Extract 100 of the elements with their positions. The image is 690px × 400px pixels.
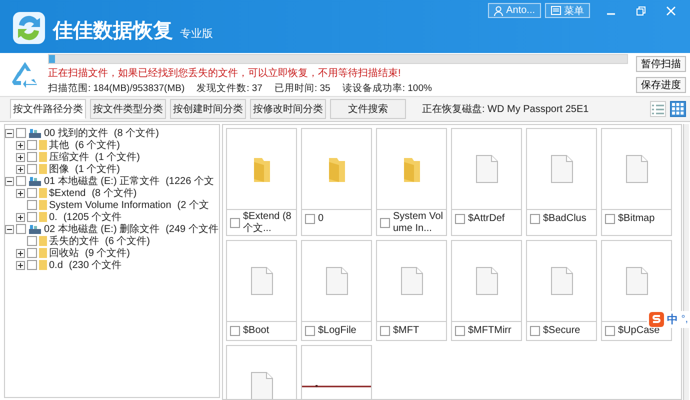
drive-icon <box>28 224 42 234</box>
file-card[interactable]: $Secure <box>526 240 597 341</box>
file-card[interactable]: $MFTMirr <box>451 240 522 341</box>
file-count: (8 个文件) <box>92 186 137 200</box>
tree-label[interactable]: 丢失的文件 <box>49 234 99 248</box>
category-tab[interactable]: 按修改时间分类 <box>250 99 326 119</box>
file-checkbox[interactable] <box>230 326 240 336</box>
expand-toggle[interactable] <box>16 260 25 270</box>
collapse-toggle[interactable] <box>5 224 14 234</box>
collapse-toggle[interactable] <box>5 176 14 186</box>
tree-checkbox[interactable] <box>27 236 37 246</box>
category-tab[interactable]: 按文件类型分类 <box>90 99 166 119</box>
tree-label[interactable]: 0.d <box>49 260 63 270</box>
file-count: (8 个文件) <box>114 126 159 140</box>
grid-view-button[interactable] <box>670 101 686 117</box>
document-icon <box>400 267 422 295</box>
file-card[interactable]: System Volume In... <box>376 128 447 236</box>
tree-label[interactable]: 01 本地磁盘 (E:) 正常文件 <box>44 174 160 188</box>
file-checkbox[interactable] <box>380 218 390 228</box>
file-count: (9 个文件) <box>85 246 130 260</box>
tree-checkbox[interactable] <box>27 248 37 258</box>
tree-label[interactable]: 图像 <box>49 162 69 176</box>
drive-icon <box>28 128 42 138</box>
tree-label[interactable]: 其他 <box>49 138 69 152</box>
file-card[interactable]: $Extend (8 个文... <box>226 128 297 236</box>
file-checkbox[interactable] <box>380 326 390 336</box>
document-icon <box>626 155 648 183</box>
document-icon <box>626 267 648 295</box>
file-checkbox[interactable] <box>530 214 540 224</box>
scan-message: 正在扫描文件，如果已经找到您丢失的文件，可以立即恢复，不用等待扫描结束! <box>48 66 402 80</box>
expand-toggle[interactable] <box>16 212 25 222</box>
file-checkbox[interactable] <box>305 214 315 224</box>
recovering-disk-label: 正在恢复磁盘: WD My Passport 25E1 <box>422 102 589 116</box>
tree-label[interactable]: 0. <box>49 212 58 222</box>
scan-button[interactable]: 保存进度 <box>636 77 686 93</box>
file-checkbox[interactable] <box>605 214 615 224</box>
tree-label[interactable]: 压缩文件 <box>49 150 89 164</box>
tree-label[interactable]: $Extend <box>49 188 86 198</box>
file-card[interactable]: $LogFile <box>301 240 372 341</box>
document-icon <box>476 267 498 295</box>
file-count: (1226 个文 <box>166 174 214 188</box>
close-icon[interactable] <box>666 6 676 16</box>
app-title: 佳佳数据恢复 <box>53 19 173 44</box>
scan-stat: 已用时间: 35 <box>274 82 330 95</box>
tree-checkbox[interactable] <box>27 188 37 198</box>
list-view-button[interactable] <box>650 101 666 117</box>
tree-checkbox[interactable] <box>16 224 26 234</box>
file-card[interactable]: $Bitmap <box>601 128 672 236</box>
tree-label[interactable]: 02 本地磁盘 (E:) 删除文件 <box>44 222 160 236</box>
expand-toggle[interactable] <box>16 164 25 174</box>
expand-toggle[interactable] <box>16 188 25 198</box>
tree-checkbox[interactable] <box>27 200 37 210</box>
expand-toggle[interactable] <box>16 140 25 150</box>
folder-icon <box>252 155 270 183</box>
tree-label[interactable]: 00 找到的文件 <box>44 126 108 140</box>
document-icon <box>550 155 572 183</box>
file-checkbox[interactable] <box>305 326 315 336</box>
file-card[interactable]: $Boot <box>226 240 297 341</box>
file-card[interactable]: 0 <box>301 128 372 236</box>
file-checkbox[interactable] <box>605 326 615 336</box>
file-count: (1 个文件) <box>75 162 120 176</box>
tree-checkbox[interactable] <box>16 128 26 138</box>
scan-stat: 扫描范围: 184(MB)/953837(MB) <box>48 82 185 95</box>
collapse-toggle[interactable] <box>5 128 14 138</box>
punctuation-label[interactable]: °, <box>681 314 688 325</box>
file-count: (1 个文件) <box>95 150 140 164</box>
user-icon <box>494 6 504 16</box>
file-name: $Boot <box>243 325 270 337</box>
file-checkbox[interactable] <box>455 214 465 224</box>
file-count: (230 个文件 <box>68 258 122 272</box>
category-tab[interactable]: 按文件路径分类 <box>10 99 86 119</box>
file-count: (6 个文件) <box>105 234 150 248</box>
category-tab[interactable]: 按创建时间分类 <box>170 99 246 119</box>
tree-checkbox[interactable] <box>16 176 26 186</box>
category-tab[interactable]: 文件搜索 <box>330 99 406 119</box>
tree-checkbox[interactable] <box>27 152 37 162</box>
file-name: $AttrDef <box>468 213 505 225</box>
tree-label[interactable]: System Volume Information <box>49 200 172 210</box>
file-card[interactable]: $BadClus <box>526 128 597 236</box>
tree-checkbox[interactable] <box>27 140 37 150</box>
file-checkbox[interactable] <box>530 326 540 336</box>
file-name: $Extend (8 个文... <box>243 211 292 234</box>
file-card[interactable]: $MFT <box>376 240 447 341</box>
scan-button[interactable]: 暂停扫描 <box>636 56 686 72</box>
expand-toggle[interactable] <box>16 152 25 162</box>
tree-checkbox[interactable] <box>27 212 37 222</box>
file-count: (2 个文 <box>177 198 209 212</box>
scrollbar[interactable] <box>683 124 689 400</box>
tree-checkbox[interactable] <box>27 260 37 270</box>
file-name: $MFTMirr <box>468 325 512 337</box>
scan-stat: 读设备成功率: 100% <box>342 82 432 95</box>
file-checkbox[interactable] <box>455 326 465 336</box>
tree-label[interactable]: 回收站 <box>49 246 79 260</box>
expand-toggle[interactable] <box>16 248 25 258</box>
file-checkbox[interactable] <box>230 218 240 228</box>
tree-checkbox[interactable] <box>27 164 37 174</box>
image-thumbnail <box>302 384 371 388</box>
file-card[interactable]: $AttrDef <box>451 128 522 236</box>
restore-icon[interactable] <box>636 6 646 16</box>
scan-stat: 发现文件数: 37 <box>196 82 262 95</box>
